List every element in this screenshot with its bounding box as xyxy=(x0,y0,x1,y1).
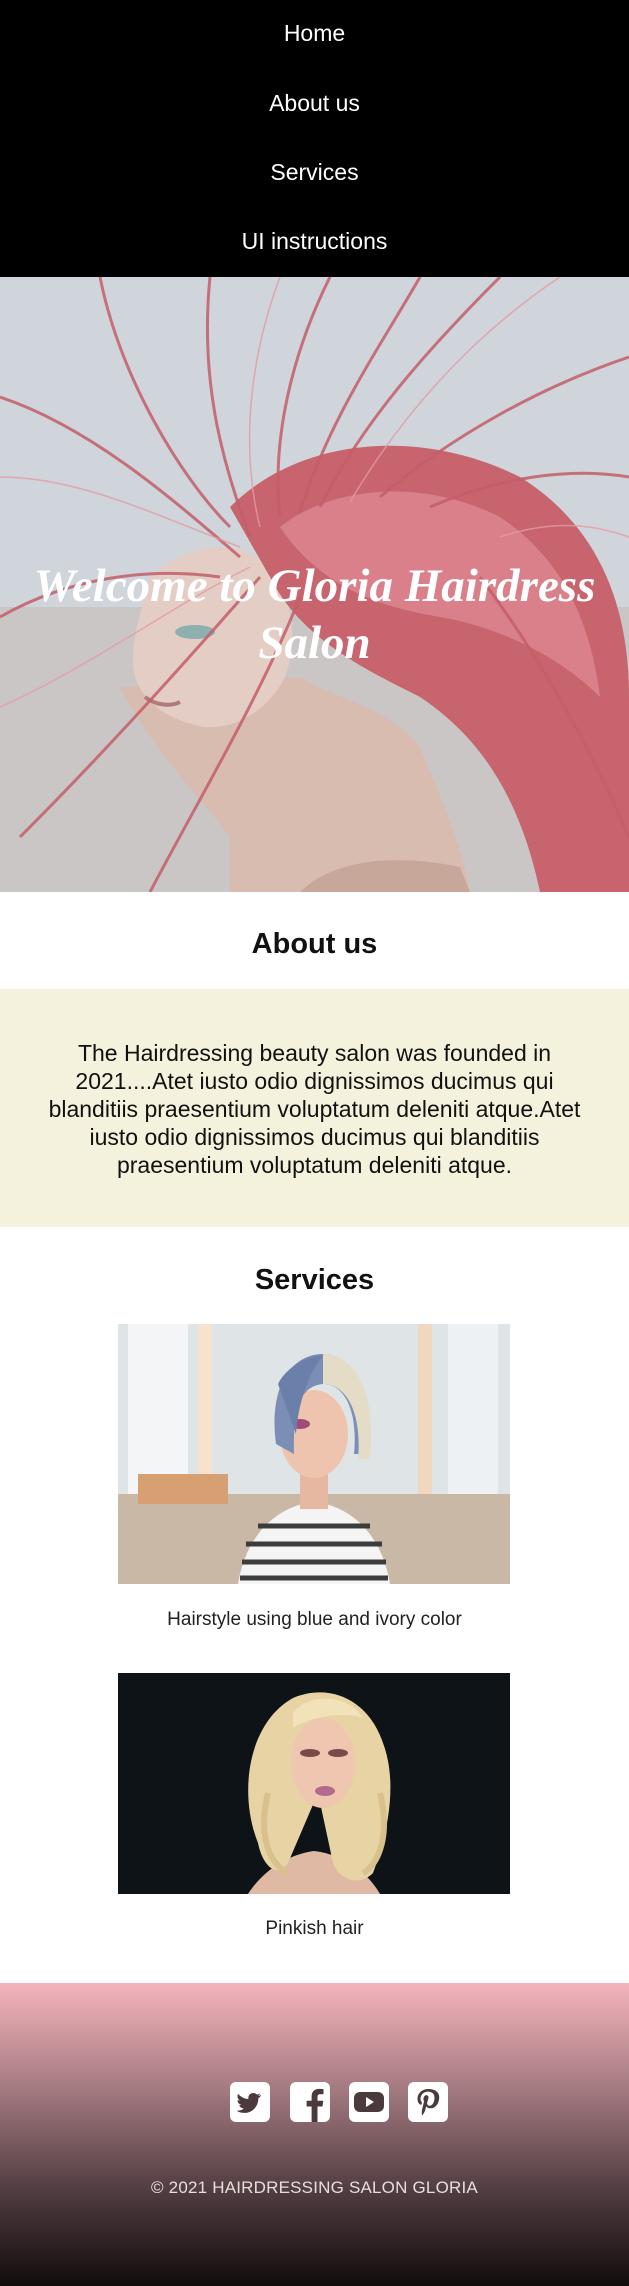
service-caption-2: Pinkish hair xyxy=(265,1918,364,1939)
copyright-text: © 2021 HAIRDRESSING SALON GLORIA xyxy=(151,2178,478,2197)
service-caption-1: Hairstyle using blue and ivory color xyxy=(167,1609,462,1630)
twitter-icon[interactable] xyxy=(230,2082,270,2122)
service-image-pinkish-hair xyxy=(118,1673,510,1894)
nav-home-link[interactable]: Home xyxy=(0,20,629,46)
main-nav: Home About us Services UI instructions xyxy=(0,0,629,277)
hero-title: Welcome to Gloria Hairdress Salon xyxy=(33,560,596,670)
service-image-blue-ivory xyxy=(118,1324,510,1584)
services-heading: Services xyxy=(254,1264,375,1296)
pinterest-icon[interactable] xyxy=(408,2082,448,2122)
nav-about-link[interactable]: About us xyxy=(0,90,629,116)
footer xyxy=(0,1983,629,2286)
hero-banner: Welcome to Gloria Hairdress Salon xyxy=(0,277,629,892)
nav-ui-instructions-link[interactable]: UI instructions xyxy=(0,228,629,254)
nav-services-link[interactable]: Services xyxy=(0,159,629,185)
youtube-icon[interactable] xyxy=(349,2082,389,2122)
facebook-icon[interactable] xyxy=(290,2082,330,2122)
about-text: The Hairdressing beauty salon was founde… xyxy=(48,1040,581,1178)
about-heading: About us xyxy=(251,928,378,960)
